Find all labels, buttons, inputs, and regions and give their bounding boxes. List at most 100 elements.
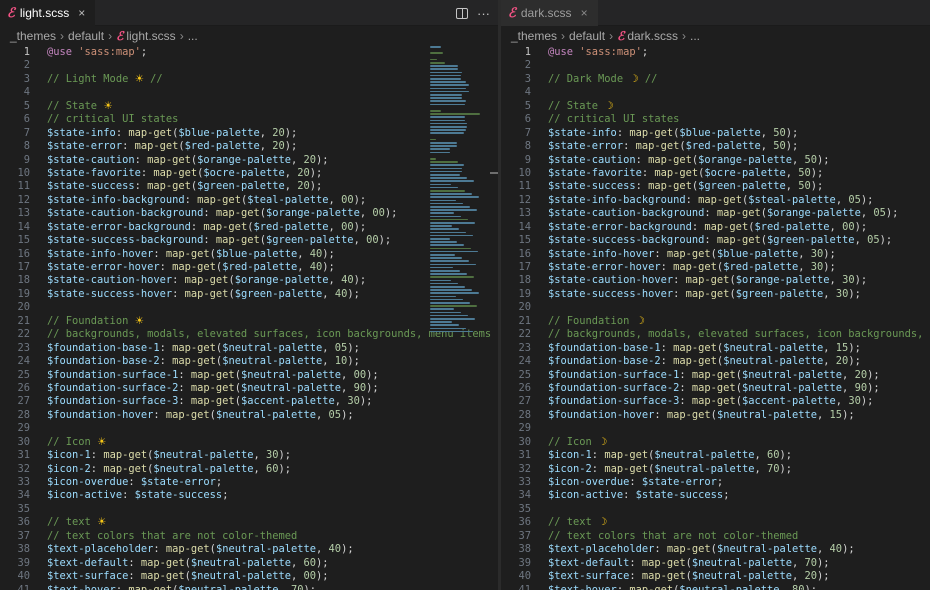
- code-editor-left[interactable]: 1 @use 'sass:map'; 2 3 // Light Mode ☀ // 4 5 /…: [0, 46, 498, 590]
- code-line[interactable]: 32 $icon-2: map-get($neutral-palette, 70)…: [501, 463, 930, 476]
- code-line[interactable]: 39 $text-default: map-get($neutral-palett…: [0, 557, 498, 570]
- code-line[interactable]: 17 $state-error-hover: map-get($red-palet…: [501, 261, 930, 274]
- code-line[interactable]: 23 $foundation-base-1: map-get($neutral-p…: [501, 342, 930, 355]
- code-line[interactable]: 15 $state-success-background: map-get($gr…: [0, 234, 498, 247]
- close-icon[interactable]: ×: [581, 6, 588, 20]
- code-line[interactable]: 4: [501, 86, 930, 99]
- code-line[interactable]: 9 $state-caution: map-get($orange-palette…: [0, 154, 498, 167]
- code-line[interactable]: 21 // Foundation ☀: [0, 315, 498, 328]
- code-line[interactable]: 37 // text colors that are not color-them…: [501, 530, 930, 543]
- code-line[interactable]: 10 $state-favorite: map-get($ocre-palette…: [0, 167, 498, 180]
- code-line[interactable]: 10 $state-favorite: map-get($ocre-palette…: [501, 167, 930, 180]
- code-line[interactable]: 21 // Foundation ☽: [501, 315, 930, 328]
- code-line[interactable]: 8 $state-error: map-get($red-palette, 50)…: [501, 140, 930, 153]
- breadcrumb-item[interactable]: default: [569, 29, 605, 43]
- code-line[interactable]: 9 $state-caution: map-get($orange-palette…: [501, 154, 930, 167]
- code-line[interactable]: 1 @use 'sass:map';: [501, 46, 930, 59]
- code-line[interactable]: 2: [501, 59, 930, 72]
- code-line[interactable]: 5 // State ☽: [501, 100, 930, 113]
- code-line[interactable]: 2: [0, 59, 498, 72]
- code-line[interactable]: 14 $state-error-background: map-get($red-…: [0, 221, 498, 234]
- code-line[interactable]: 19 $state-success-hover: map-get($green-p…: [501, 288, 930, 301]
- code-line[interactable]: 19 $state-success-hover: map-get($green-p…: [0, 288, 498, 301]
- code-line[interactable]: 1 @use 'sass:map';: [0, 46, 498, 59]
- breadcrumb-item[interactable]: default: [68, 29, 104, 43]
- code-line[interactable]: 20: [0, 301, 498, 314]
- close-icon[interactable]: ×: [78, 6, 85, 20]
- code-line[interactable]: 29: [0, 422, 498, 435]
- code-line[interactable]: 13 $state-caution-background: map-get($or…: [0, 207, 498, 220]
- code-line[interactable]: 30 // Icon ☽: [501, 436, 930, 449]
- code-line[interactable]: 6 // critical UI states: [0, 113, 498, 126]
- code-line[interactable]: 4: [0, 86, 498, 99]
- code-line[interactable]: 17 $state-error-hover: map-get($red-palet…: [0, 261, 498, 274]
- code-line[interactable]: 30 // Icon ☀: [0, 436, 498, 449]
- breadcrumb-item[interactable]: _themes: [511, 29, 557, 43]
- breadcrumb-item[interactable]: ...: [188, 29, 198, 43]
- code-line[interactable]: 35: [501, 503, 930, 516]
- minimap[interactable]: [430, 46, 490, 336]
- code-line[interactable]: 34 $icon-active: $state-success;: [501, 489, 930, 502]
- code-line[interactable]: 40 $text-surface: map-get($neutral-palett…: [501, 570, 930, 583]
- code-line[interactable]: 7 $state-info: map-get($blue-palette, 50)…: [501, 127, 930, 140]
- code-line[interactable]: 31 $icon-1: map-get($neutral-palette, 60)…: [501, 449, 930, 462]
- code-line[interactable]: 11 $state-success: map-get($green-palette…: [0, 180, 498, 193]
- code-line[interactable]: 12 $state-info-background: map-get($teal-…: [0, 194, 498, 207]
- code-line[interactable]: 22 // backgrounds, modals, elevated surfa…: [0, 328, 498, 341]
- code-line[interactable]: 29: [501, 422, 930, 435]
- code-line[interactable]: 12 $state-info-background: map-get($steal…: [501, 194, 930, 207]
- code-line[interactable]: 33 $icon-overdue: $state-error;: [0, 476, 498, 489]
- breadcrumb-item[interactable]: _themes: [10, 29, 56, 43]
- code-line[interactable]: 16 $state-info-hover: map-get($blue-palet…: [0, 248, 498, 261]
- code-line[interactable]: 39 $text-default: map-get($neutral-palett…: [501, 557, 930, 570]
- code-line[interactable]: 36 // text ☀: [0, 516, 498, 529]
- code-line[interactable]: 14 $state-error-background: map-get($red-…: [501, 221, 930, 234]
- code-line[interactable]: 40 $text-surface: map-get($neutral-palett…: [0, 570, 498, 583]
- code-line[interactable]: 24 $foundation-base-2: map-get($neutral-p…: [501, 355, 930, 368]
- code-line[interactable]: 37 // text colors that are not color-them…: [0, 530, 498, 543]
- tab-light-scss[interactable]: ℰ light.scss ×: [0, 0, 96, 26]
- code-line[interactable]: 24 $foundation-base-2: map-get($neutral-p…: [0, 355, 498, 368]
- breadcrumb-item[interactable]: light.scss: [126, 29, 175, 43]
- code-line[interactable]: 35: [0, 503, 498, 516]
- code-line[interactable]: 34 $icon-active: $state-success;: [0, 489, 498, 502]
- code-line[interactable]: 6 // critical UI states: [501, 113, 930, 126]
- code-line[interactable]: 18 $state-caution-hover: map-get($orange-…: [0, 274, 498, 287]
- code-line[interactable]: 36 // text ☽: [501, 516, 930, 529]
- code-line[interactable]: 32 $icon-2: map-get($neutral-palette, 60)…: [0, 463, 498, 476]
- code-line[interactable]: 26 $foundation-surface-2: map-get($neutra…: [501, 382, 930, 395]
- code-line[interactable]: 28 $foundation-hover: map-get($neutral-pa…: [0, 409, 498, 422]
- code-line[interactable]: 7 $state-info: map-get($blue-palette, 20)…: [0, 127, 498, 140]
- code-line[interactable]: 25 $foundation-surface-1: map-get($neutra…: [501, 369, 930, 382]
- code-line[interactable]: 41 $text-hover: map-get($neutral-palette,…: [0, 584, 498, 590]
- code-line[interactable]: 25 $foundation-surface-1: map-get($neutra…: [0, 369, 498, 382]
- code-line[interactable]: 8 $state-error: map-get($red-palette, 20)…: [0, 140, 498, 153]
- code-line[interactable]: 20: [501, 301, 930, 314]
- code-line[interactable]: 26 $foundation-surface-2: map-get($neutra…: [0, 382, 498, 395]
- code-line[interactable]: 18 $state-caution-hover: map-get($orange-…: [501, 274, 930, 287]
- split-editor-icon[interactable]: [456, 7, 468, 19]
- tab-dark-scss[interactable]: ℰ dark.scss ×: [501, 0, 598, 26]
- code-line[interactable]: 27 $foundation-surface-3: map-get($accent…: [501, 395, 930, 408]
- breadcrumb-item[interactable]: ...: [690, 29, 700, 43]
- code-line[interactable]: 38 $text-placeholder: map-get($neutral-pa…: [0, 543, 498, 556]
- code-line[interactable]: 13 $state-caution-background: map-get($or…: [501, 207, 930, 220]
- code-line[interactable]: 3 // Dark Mode ☽ //: [501, 73, 930, 86]
- code-editor-right[interactable]: 1 @use 'sass:map'; 2 3 // Dark Mode ☽ // 4 5 //…: [501, 46, 930, 590]
- code-line[interactable]: 3 // Light Mode ☀ //: [0, 73, 498, 86]
- code-line[interactable]: 31 $icon-1: map-get($neutral-palette, 30)…: [0, 449, 498, 462]
- code-line[interactable]: 23 $foundation-base-1: map-get($neutral-p…: [0, 342, 498, 355]
- code-line[interactable]: 5 // State ☀: [0, 100, 498, 113]
- code-line[interactable]: 41 $text-hover: map-get($neutral-palette,…: [501, 584, 930, 590]
- code-line[interactable]: 38 $text-placeholder: map-get($neutral-pa…: [501, 543, 930, 556]
- code-line[interactable]: 15 $state-success-background: map-get($gr…: [501, 234, 930, 247]
- scrollbar-marker[interactable]: [490, 172, 498, 174]
- code-line[interactable]: 16 $state-info-hover: map-get($blue-palet…: [501, 248, 930, 261]
- code-line[interactable]: 22 // backgrounds, modals, elevated surfa…: [501, 328, 930, 341]
- code-line[interactable]: 33 $icon-overdue: $state-error;: [501, 476, 930, 489]
- more-actions-icon[interactable]: ···: [477, 6, 490, 21]
- code-line[interactable]: 11 $state-success: map-get($green-palette…: [501, 180, 930, 193]
- breadcrumb-item[interactable]: dark.scss: [627, 29, 678, 43]
- code-line[interactable]: 28 $foundation-hover: map-get($neutral-pa…: [501, 409, 930, 422]
- code-line[interactable]: 27 $foundation-surface-3: map-get($accent…: [0, 395, 498, 408]
